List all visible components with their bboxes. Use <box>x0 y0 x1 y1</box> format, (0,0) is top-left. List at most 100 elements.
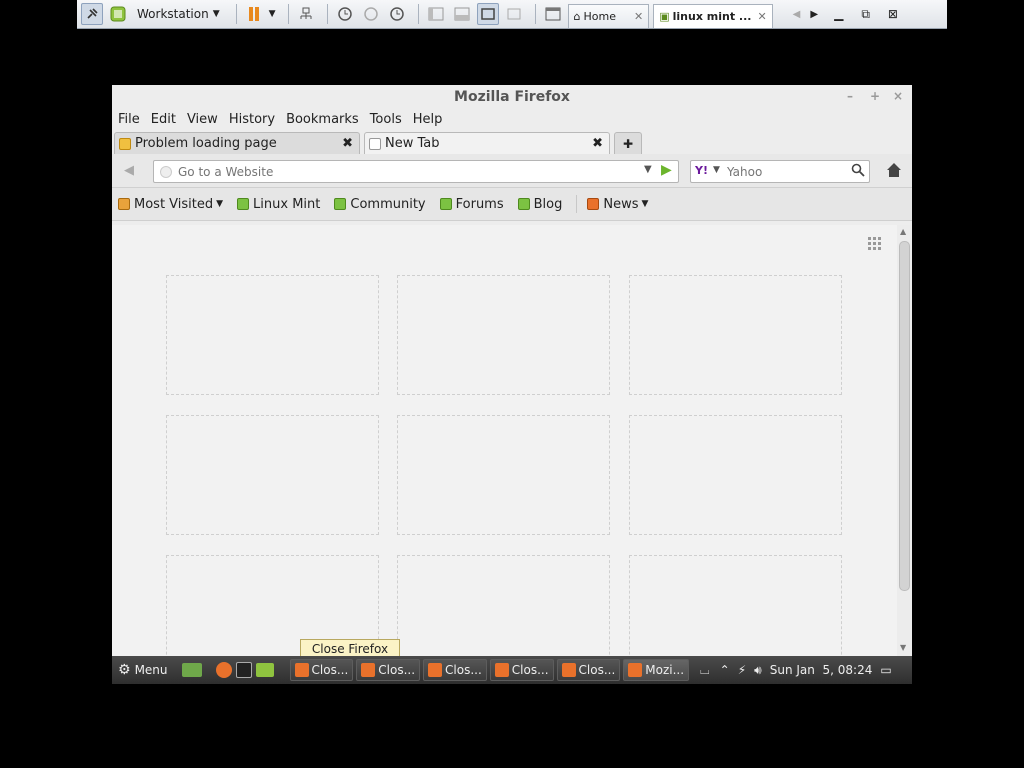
scroll-up-icon[interactable]: ▲ <box>900 227 906 236</box>
scrollbar-thumb[interactable] <box>899 241 910 591</box>
snapshot-manager-icon[interactable] <box>386 3 408 25</box>
site-tile[interactable] <box>629 415 842 535</box>
site-tile[interactable] <box>166 275 379 395</box>
home-icon[interactable] <box>886 162 902 181</box>
chevron-right-icon[interactable]: ▶ <box>810 9 818 20</box>
bookmark-community[interactable]: Community <box>334 197 426 212</box>
menu-edit[interactable]: Edit <box>151 112 176 127</box>
volume-icon[interactable]: 🔊︎ <box>754 663 762 678</box>
bookmark-news[interactable]: News ▼ <box>587 197 648 212</box>
chevron-down-icon[interactable]: ▼ <box>269 9 276 19</box>
bookmarks-toolbar: Most Visited ▼ Linux Mint Community Foru… <box>112 188 912 221</box>
bookmark-forums[interactable]: Forums <box>439 196 504 212</box>
back-arrow-icon[interactable]: ◀ <box>124 163 134 178</box>
window-label: Clos... <box>578 663 616 677</box>
separator <box>235 4 237 24</box>
close-icon[interactable]: ⊠ <box>888 7 898 21</box>
search-icon[interactable] <box>851 163 865 180</box>
tab-home[interactable]: ⌂ Home ✕ <box>567 3 650 28</box>
firefox-icon[interactable] <box>215 662 232 678</box>
clock[interactable]: Sun Jan 5, 08:24 <box>770 663 873 677</box>
taskbar-window[interactable]: Clos... <box>423 659 487 681</box>
show-desktop-icon[interactable] <box>181 663 202 677</box>
site-tile[interactable] <box>397 555 610 656</box>
tab-bar: Problem loading page ✖ New Tab ✖ ✚ <box>112 130 912 154</box>
globe-icon <box>160 166 172 178</box>
menu-bookmarks[interactable]: Bookmarks <box>286 112 359 127</box>
close-button[interactable]: × <box>893 89 903 103</box>
close-icon[interactable]: ✖ <box>592 136 603 151</box>
terminal-icon[interactable] <box>235 662 252 678</box>
taskbar-window-active[interactable]: Mozi... <box>623 659 690 681</box>
minimize-button[interactable]: – <box>847 89 853 103</box>
tab-label: linux mint ... <box>672 9 752 23</box>
close-icon[interactable]: ✕ <box>757 10 766 23</box>
menu-tools[interactable]: Tools <box>370 112 402 127</box>
url-bar[interactable]: ▼ ▶ <box>153 160 679 183</box>
folder-icon[interactable] <box>255 663 274 677</box>
network-icon[interactable] <box>295 3 317 25</box>
pin-icon[interactable] <box>81 3 103 25</box>
fullscreen-icon[interactable] <box>476 3 499 25</box>
show-desktop-icon[interactable]: ▭ <box>880 663 891 677</box>
firefox-icon <box>361 663 376 677</box>
yahoo-icon[interactable]: Y! <box>695 164 708 177</box>
close-icon[interactable]: ✖ <box>342 136 353 151</box>
thumbnail-view-icon[interactable] <box>451 3 473 25</box>
bookmark-blog[interactable]: Blog <box>517 197 562 212</box>
site-tile[interactable] <box>397 275 610 395</box>
plus-icon: ✚ <box>622 136 634 151</box>
grid-toggle-icon[interactable] <box>868 237 882 254</box>
taskbar-window[interactable]: Clos... <box>289 659 354 681</box>
vmware-toolbar: Workstation ▼ ▼ ⌂ Home ✕ ▣ linux mint ..… <box>77 0 947 29</box>
taskbar-window[interactable]: Clos... <box>556 659 621 681</box>
sidebar-view-icon[interactable] <box>425 3 447 25</box>
scrollbar[interactable]: ▲ ▼ <box>897 225 912 656</box>
scroll-down-icon[interactable]: ▼ <box>900 643 906 652</box>
bookmark-label: Forums <box>455 196 504 212</box>
menu-help[interactable]: Help <box>413 112 443 127</box>
maximize-button[interactable]: + <box>870 89 880 103</box>
search-bar[interactable]: Y! ▼ <box>690 160 870 183</box>
close-icon[interactable]: ✕ <box>634 10 643 23</box>
menu-button[interactable]: ⚙ Menu <box>118 662 168 678</box>
bookmark-most-visited[interactable]: Most Visited ▼ <box>118 197 223 212</box>
snapshot-icon[interactable] <box>334 3 356 25</box>
chevron-down-icon[interactable]: ▼ <box>713 165 720 175</box>
site-tile[interactable] <box>397 415 610 535</box>
tab-problem-loading[interactable]: Problem loading page ✖ <box>114 132 360 154</box>
revert-snapshot-icon[interactable] <box>360 3 382 25</box>
bookmark-linux-mint[interactable]: Linux Mint <box>237 197 320 212</box>
go-arrow-icon[interactable]: ▶ <box>661 162 672 178</box>
warning-icon <box>119 137 131 150</box>
menu-view[interactable]: View <box>187 112 218 127</box>
site-tile[interactable] <box>629 275 842 395</box>
taskbar-window[interactable]: Clos... <box>489 659 554 681</box>
dropdown-icon[interactable]: ▼ <box>644 164 652 175</box>
window-label: Mozi... <box>645 663 685 677</box>
separator <box>417 4 419 24</box>
removable-drive-icon[interactable]: ⌴ <box>700 663 710 678</box>
network-icon[interactable]: ⚡ <box>738 663 746 677</box>
tab-new-tab[interactable]: New Tab ✖ <box>364 132 610 154</box>
chevron-up-icon[interactable]: ⌃ <box>720 663 730 677</box>
taskbar-window[interactable]: Clos... <box>356 659 421 681</box>
chevron-left-icon[interactable]: ◀ <box>793 9 801 20</box>
menu-history[interactable]: History <box>229 112 275 127</box>
site-tile[interactable] <box>166 415 379 535</box>
firefox-icon <box>428 663 443 677</box>
tab-linux-mint[interactable]: ▣ linux mint ... ✕ <box>653 3 773 28</box>
chevron-down-icon[interactable]: ▼ <box>213 9 220 19</box>
unity-icon[interactable] <box>503 3 525 25</box>
search-input[interactable] <box>727 163 845 180</box>
new-tab-button[interactable]: ✚ <box>614 132 642 154</box>
url-input[interactable] <box>178 163 638 180</box>
site-tile[interactable] <box>629 555 842 656</box>
firefox-icon <box>628 663 643 677</box>
menu-file[interactable]: File <box>118 112 140 127</box>
restore-icon[interactable]: ⧉ <box>861 7 870 22</box>
console-view-icon[interactable] <box>542 3 564 25</box>
minimize-icon[interactable]: ▁ <box>834 7 843 21</box>
pause-icon[interactable] <box>243 3 265 25</box>
workstation-menu[interactable]: Workstation <box>137 7 209 21</box>
